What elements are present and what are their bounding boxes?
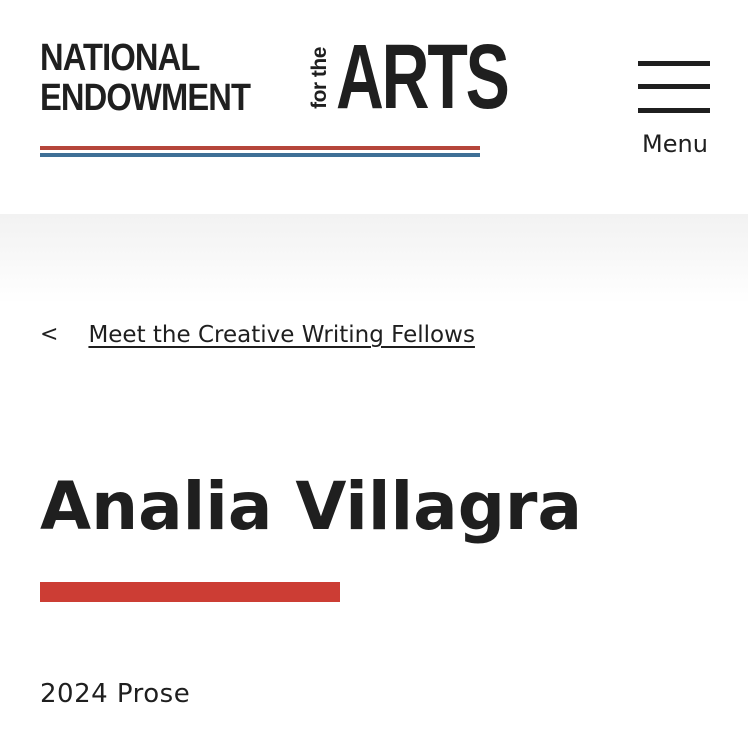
fellowship-subtitle: 2024 Prose	[40, 679, 191, 709]
title-accent-rule	[40, 582, 340, 602]
breadcrumb: < Meet the Creative Writing Fellows	[40, 318, 475, 352]
page-title: Analia Villagra	[40, 468, 583, 545]
menu-button[interactable]: Menu	[632, 58, 718, 168]
nea-logo[interactable]: NATIONAL ENDOWMENT for the ARTS	[40, 31, 510, 160]
breadcrumb-link-creative-writing-fellows[interactable]: Meet the Creative Writing Fellows	[88, 318, 475, 352]
menu-label: Menu	[642, 130, 708, 158]
logo-arts-text: ARTS	[336, 26, 510, 128]
logo-endowment-text: ENDOWMENT	[40, 77, 251, 119]
logo-national-text: NATIONAL	[40, 37, 200, 79]
site-header: NATIONAL ENDOWMENT for the ARTS Menu	[0, 0, 748, 214]
hamburger-bar-middle	[638, 84, 710, 89]
hamburger-bar-top	[638, 61, 710, 66]
logo-for-the-text: for the	[308, 47, 331, 109]
header-shadow	[0, 214, 748, 304]
chevron-left-icon[interactable]: <	[40, 318, 58, 352]
logo-red-stripe	[40, 146, 480, 150]
logo-blue-stripe	[40, 153, 480, 157]
hamburger-bar-bottom	[638, 108, 710, 113]
